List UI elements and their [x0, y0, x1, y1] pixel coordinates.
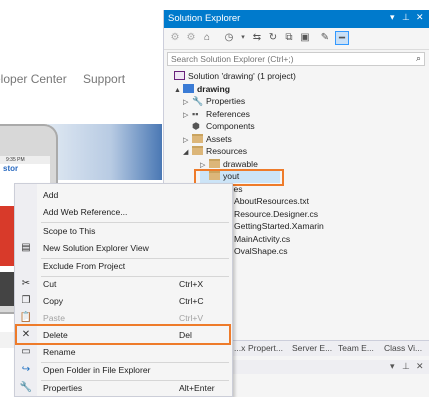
collapse-arrow-icon[interactable]: ◢: [183, 147, 192, 160]
refresh-icon[interactable]: ↻: [266, 31, 280, 45]
menu-item-new-view[interactable]: ▤ New Solution Explorer View: [15, 239, 232, 257]
wrench-icon: 🔧: [19, 382, 33, 393]
tab-team-explorer[interactable]: Team E...: [338, 343, 374, 353]
open-folder-icon: ↪: [21, 364, 31, 375]
sync-icon[interactable]: ⇆: [250, 31, 264, 45]
project-icon: [183, 83, 194, 93]
solution-explorer-toolbar: ⚙ ⚙ ⌂ ◷ ▾ ⇆ ↻ ⧉ ▣ ✎ ━: [164, 28, 429, 50]
collapse-all-icon[interactable]: ⧉: [282, 31, 296, 45]
menu-item-exclude[interactable]: Exclude From Project: [15, 257, 232, 275]
context-menu: Add Add Web Reference... Scope to This ▤…: [14, 183, 233, 397]
tree-item-references[interactable]: ▷ ▪▪ References: [183, 108, 250, 121]
tree-item-properties[interactable]: ▷ 🔧 Properties: [183, 95, 245, 108]
tree-item-aboutresources[interactable]: AboutResources.txt: [234, 195, 309, 208]
search-input[interactable]: [168, 53, 398, 65]
folder-icon: [209, 158, 220, 168]
pin-icon[interactable]: ⊥: [402, 361, 410, 372]
tab-class-view[interactable]: Class Vi...: [384, 343, 422, 353]
menu-item-add-web-reference[interactable]: Add Web Reference...: [15, 203, 232, 221]
history-dropdown-icon[interactable]: ▾: [236, 31, 250, 45]
tree-item-resources[interactable]: ◢ Resources: [183, 145, 247, 158]
paste-icon: 📋: [19, 312, 33, 323]
new-view-icon: ▤: [21, 242, 31, 253]
tree-item-components[interactable]: ⬢ Components: [183, 120, 255, 133]
scissors-icon: ✂: [21, 278, 31, 289]
folder-icon: [192, 146, 203, 155]
phone-status-bar: 9:35 PM: [0, 156, 50, 164]
menu-item-cut[interactable]: ✂ Cut Ctrl+X: [15, 275, 232, 293]
components-icon: ⬢: [192, 121, 200, 131]
dropdown-arrow-icon[interactable]: ▾: [390, 361, 395, 372]
hero-image: [48, 124, 162, 180]
menu-item-open-folder[interactable]: ↪ Open Folder in File Explorer: [15, 361, 232, 379]
show-all-files-icon[interactable]: ▣: [298, 31, 312, 45]
dropdown-arrow-icon[interactable]: ▾: [390, 12, 395, 23]
references-icon: ▪▪: [192, 108, 199, 119]
close-icon[interactable]: ✕: [416, 12, 424, 23]
menu-item-properties[interactable]: 🔧 Properties Alt+Enter: [15, 379, 232, 397]
search-box[interactable]: ⌕: [167, 52, 425, 66]
expand-arrow-icon[interactable]: ▲: [174, 85, 183, 98]
properties-icon[interactable]: ✎: [318, 31, 332, 45]
folder-icon: [192, 133, 203, 143]
menu-item-copy[interactable]: ❐ Copy Ctrl+C: [15, 292, 232, 310]
tree-item-solution[interactable]: Solution 'drawing' (1 project): [174, 70, 296, 83]
menu-item-scope-to-this[interactable]: Scope to This: [15, 222, 232, 240]
tree-item-resource-designer[interactable]: Resource.Designer.cs: [234, 208, 318, 221]
tree-item-ovalshape[interactable]: OvalShape.cs: [234, 245, 288, 258]
menu-item-rename[interactable]: ▭ Rename: [15, 343, 232, 361]
nav-support[interactable]: Support: [83, 72, 125, 86]
tree-item-gettingstarted[interactable]: GettingStarted.Xamarin: [234, 220, 324, 233]
tab-properties[interactable]: Propert...: [248, 343, 283, 353]
close-icon[interactable]: ✕: [416, 361, 424, 372]
preview-icon[interactable]: ━: [335, 31, 349, 45]
solution-explorer-titlebar[interactable]: Solution Explorer ▾ ⊥ ✕: [164, 10, 429, 28]
home-icon[interactable]: ⌂: [200, 31, 214, 45]
rename-icon: ▭: [21, 346, 31, 357]
tree-item-project[interactable]: ▲ drawing: [174, 83, 230, 96]
tab-1[interactable]: ...x: [234, 343, 245, 353]
wrench-icon: 🔧: [192, 96, 204, 106]
tab-server-explorer[interactable]: Server E...: [292, 343, 332, 353]
tree-item-mainactivity[interactable]: MainActivity.cs: [234, 233, 290, 246]
search-icon[interactable]: ⌕: [416, 53, 421, 64]
phone-store-text: stor: [3, 164, 19, 173]
history-icon[interactable]: ◷: [222, 31, 236, 45]
copy-icon: ❐: [21, 295, 31, 306]
tree-item-assets[interactable]: ▷ Assets: [183, 133, 232, 146]
delete-highlight: [15, 324, 231, 345]
panel-title: Solution Explorer: [168, 13, 241, 24]
nav-developer-center[interactable]: eloper Center: [0, 72, 67, 86]
pin-icon[interactable]: ⊥: [402, 12, 410, 23]
menu-item-add[interactable]: Add: [15, 186, 232, 204]
solution-icon: [174, 71, 185, 80]
back-icon[interactable]: ⚙: [168, 31, 182, 45]
forward-icon[interactable]: ⚙: [184, 31, 198, 45]
